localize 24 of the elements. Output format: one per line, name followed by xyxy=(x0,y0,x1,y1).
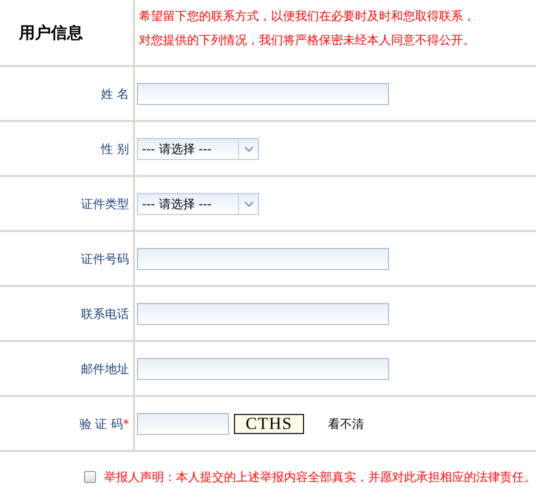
input-field[interactable] xyxy=(137,82,389,104)
field-label: 证件类型 xyxy=(81,196,129,213)
select-dropdown[interactable]: --- 请选择 --- xyxy=(137,192,259,214)
input-field[interactable] xyxy=(137,302,389,324)
notice-text: 希望留下您的联系方式，以便我们在必要时及时和您取得联系， xyxy=(139,8,475,24)
input-field[interactable] xyxy=(137,412,229,434)
input-field[interactable] xyxy=(137,248,389,270)
select-dropdown[interactable]: --- 请选择 --- xyxy=(137,138,259,160)
chevron-down-icon xyxy=(244,146,254,152)
captcha-image: CTHS xyxy=(234,414,304,434)
field-label: 性 别 xyxy=(101,141,129,158)
notice-text: 对您提供的下列情况，我们将严格保密未经本人同意不得公开。 xyxy=(139,32,475,48)
refresh-captcha-link[interactable]: 看不清 xyxy=(328,414,364,432)
field-label: 邮件地址 xyxy=(81,361,129,378)
field-label: 证件号码 xyxy=(81,251,129,268)
field-label: 验 证 码 xyxy=(79,416,123,433)
input-field[interactable] xyxy=(137,358,389,380)
chevron-down-icon xyxy=(244,200,254,206)
required-mark: * xyxy=(123,416,129,433)
field-label: 姓 名 xyxy=(101,86,129,103)
section-title: 用户信息 xyxy=(19,22,83,44)
declaration-checkbox[interactable] xyxy=(84,471,96,483)
declaration-text: 举报人声明：本人提交的上述举报内容全部真实，并愿对此承担相应的法律责任。 xyxy=(104,469,536,486)
field-label: 联系电话 xyxy=(81,306,129,323)
